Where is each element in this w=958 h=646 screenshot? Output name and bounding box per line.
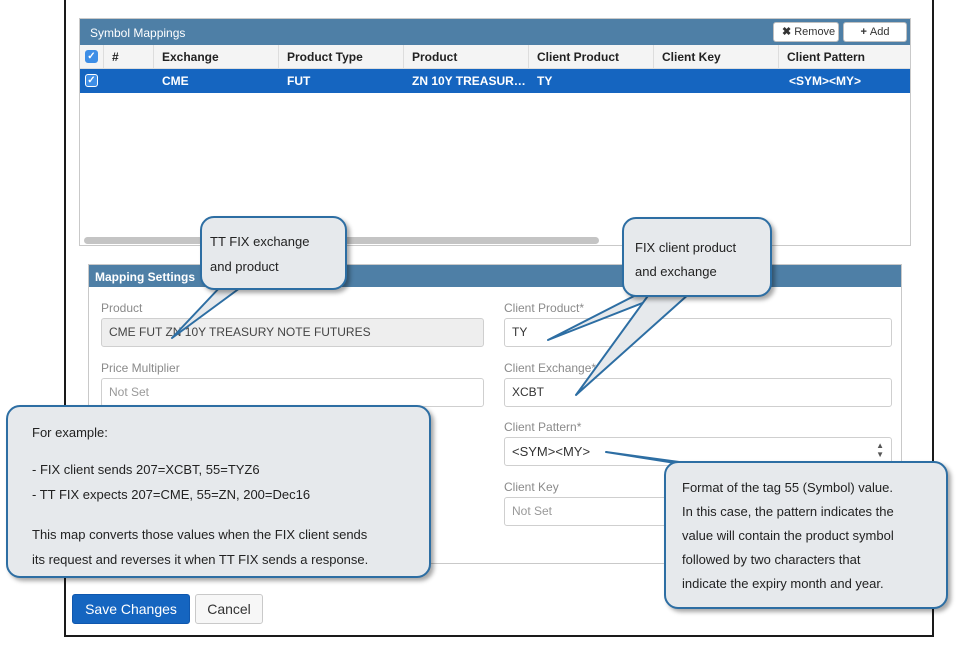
tt-fix-callout-tail	[171, 284, 245, 339]
format-callout-line-5: indicate the expiry month and year.	[682, 576, 884, 591]
format-callout-line-4: followed by two characters that	[682, 552, 861, 567]
fix-client-callout-tail-bottom	[575, 292, 691, 396]
example-callout-line-5: its request and reverses it when TT FIX …	[32, 552, 369, 567]
fix-client-callout: FIX client product and exchange	[622, 217, 772, 297]
tt-fix-callout-line-2: and product	[210, 259, 279, 274]
format-callout-line-3: value will contain the product symbol	[682, 528, 894, 543]
example-callout-line-1: For example:	[32, 425, 108, 440]
example-callout-line-3: - TT FIX expects 207=CME, 55=ZN, 200=Dec…	[32, 487, 311, 502]
example-callout-line-2: - FIX client sends 207=XCBT, 55=TYZ6	[32, 462, 260, 477]
tt-fix-callout: TT FIX exchange and product	[200, 216, 347, 290]
fix-client-callout-line-1: FIX client product	[635, 240, 737, 255]
tt-fix-callout-line-1: TT FIX exchange	[210, 234, 310, 249]
format-callout: Format of the tag 55 (Symbol) value. In …	[664, 461, 948, 609]
format-callout-line-2: In this case, the pattern indicates the	[682, 504, 894, 519]
format-callout-line-1: Format of the tag 55 (Symbol) value.	[682, 480, 893, 495]
example-callout: For example: - FIX client sends 207=XCBT…	[6, 405, 431, 578]
example-callout-line-4: This map converts those values when the …	[32, 527, 368, 542]
fix-client-callout-line-2: and exchange	[635, 264, 717, 279]
